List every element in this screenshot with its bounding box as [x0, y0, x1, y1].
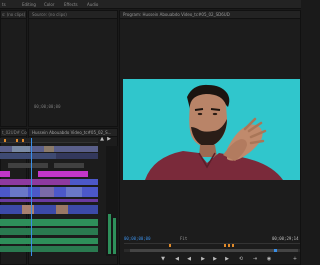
program-video-frame[interactable]	[123, 79, 300, 180]
video-clip-thumbnail[interactable]	[66, 187, 82, 197]
go-to-in-button[interactable]: ◀	[186, 256, 192, 262]
video-track-1[interactable]	[0, 171, 98, 177]
ruler-marker[interactable]	[16, 139, 18, 142]
video-clip[interactable]	[38, 171, 88, 177]
audio-clip[interactable]	[0, 219, 98, 226]
audio-track-4[interactable]	[0, 246, 98, 252]
marker[interactable]	[169, 244, 171, 247]
source-timecode[interactable]: 00;00;00;00	[34, 104, 61, 109]
workspace-tab-color[interactable]: Color	[44, 2, 54, 7]
audio-clip[interactable]	[0, 238, 98, 244]
program-current-timecode[interactable]: 00;00;00;00	[124, 236, 151, 241]
video-clip[interactable]	[0, 171, 10, 177]
video-clip[interactable]	[12, 146, 30, 152]
meter-bar-right	[113, 218, 116, 254]
program-duration-timecode: 00;00;29;14	[272, 236, 299, 241]
meter-bar-left	[108, 214, 111, 254]
workspace-bar: ts Editing Color Effects Audio	[0, 0, 301, 9]
go-to-out-button[interactable]: ▶	[224, 256, 230, 262]
video-clip[interactable]	[0, 205, 98, 214]
playhead-indicator[interactable]	[274, 249, 277, 252]
program-scrollbar[interactable]	[124, 249, 300, 252]
marker[interactable]	[232, 244, 234, 247]
audio-clip[interactable]	[0, 246, 98, 252]
selection-tool-icon[interactable]: ▲	[100, 136, 104, 142]
video-track-2[interactable]	[0, 163, 98, 168]
person-image	[145, 84, 283, 180]
audio-track-1[interactable]	[0, 219, 98, 226]
video-clip[interactable]	[0, 153, 56, 159]
ruler-marker[interactable]	[22, 139, 24, 142]
workspace-tab-effects[interactable]: Effects	[64, 2, 78, 7]
step-back-button[interactable]: ◀	[174, 256, 180, 262]
scrollbar-thumb[interactable]	[130, 249, 298, 252]
loop-button[interactable]: ⟲	[238, 256, 244, 262]
adjustment-track[interactable]	[0, 199, 98, 202]
workspace-tab-assembly[interactable]: ts	[2, 2, 6, 7]
graphics-clip[interactable]	[70, 179, 98, 185]
step-forward-button[interactable]: ▶	[212, 256, 218, 262]
source-monitor-panel: Source: (no clips) 00;00;00;00	[28, 10, 118, 127]
video-clip-thumbnail[interactable]	[22, 205, 34, 214]
video-track-4[interactable]	[0, 146, 98, 152]
video-clip[interactable]	[56, 153, 98, 159]
left-source-panel: s: (no clips)	[0, 10, 27, 127]
play-button[interactable]: ▶	[200, 256, 206, 262]
video-clip[interactable]	[8, 163, 48, 168]
ruler-marker[interactable]	[4, 139, 6, 142]
program-timebar[interactable]	[124, 243, 300, 248]
audio-meters	[106, 146, 118, 256]
video-clip-thumbnail[interactable]	[10, 187, 28, 197]
workspace-tab-audio[interactable]: Audio	[87, 2, 98, 7]
tools-panel: ▲ ▶	[98, 136, 118, 142]
left-timeline-tab[interactable]: t_02UD# Copy 01	[2, 130, 27, 137]
video-track-3[interactable]	[0, 153, 98, 159]
marker[interactable]	[224, 244, 226, 247]
audio-track-3[interactable]	[0, 238, 98, 244]
marker[interactable]	[228, 244, 230, 247]
source-monitor-tab[interactable]: Source: (no clips)	[32, 12, 116, 19]
button-editor-icon[interactable]: +	[292, 256, 298, 262]
lower-video-track[interactable]	[0, 205, 98, 214]
audio-track-2[interactable]	[0, 228, 98, 235]
audio-clip[interactable]	[0, 228, 98, 235]
graphics-clip[interactable]	[0, 179, 70, 185]
workspace-tab-editing[interactable]: Editing	[22, 2, 36, 7]
main-video-track[interactable]	[0, 187, 98, 197]
export-frame-button[interactable]: ⇥	[252, 256, 258, 262]
program-monitor-tab[interactable]: Program: Hussein Abouabdo Video_tc#05_02…	[123, 12, 299, 19]
video-clip[interactable]	[54, 163, 84, 168]
track-select-tool-icon[interactable]: ▶	[107, 136, 111, 142]
mark-in-button[interactable]: ▼	[160, 256, 166, 262]
video-clip-thumbnail[interactable]	[40, 187, 54, 197]
program-fit-dropdown[interactable]: Fit	[180, 236, 187, 241]
timeline-playhead[interactable]	[31, 138, 32, 256]
timeline-ruler[interactable]	[0, 138, 98, 143]
video-clip[interactable]	[44, 146, 54, 152]
graphics-track[interactable]	[0, 179, 98, 185]
left-panel-tab[interactable]: s: (no clips)	[2, 12, 27, 19]
video-clip-thumbnail[interactable]	[56, 205, 68, 214]
adjustment-clip[interactable]	[0, 199, 98, 202]
camera-icon[interactable]: ◉	[266, 256, 272, 262]
